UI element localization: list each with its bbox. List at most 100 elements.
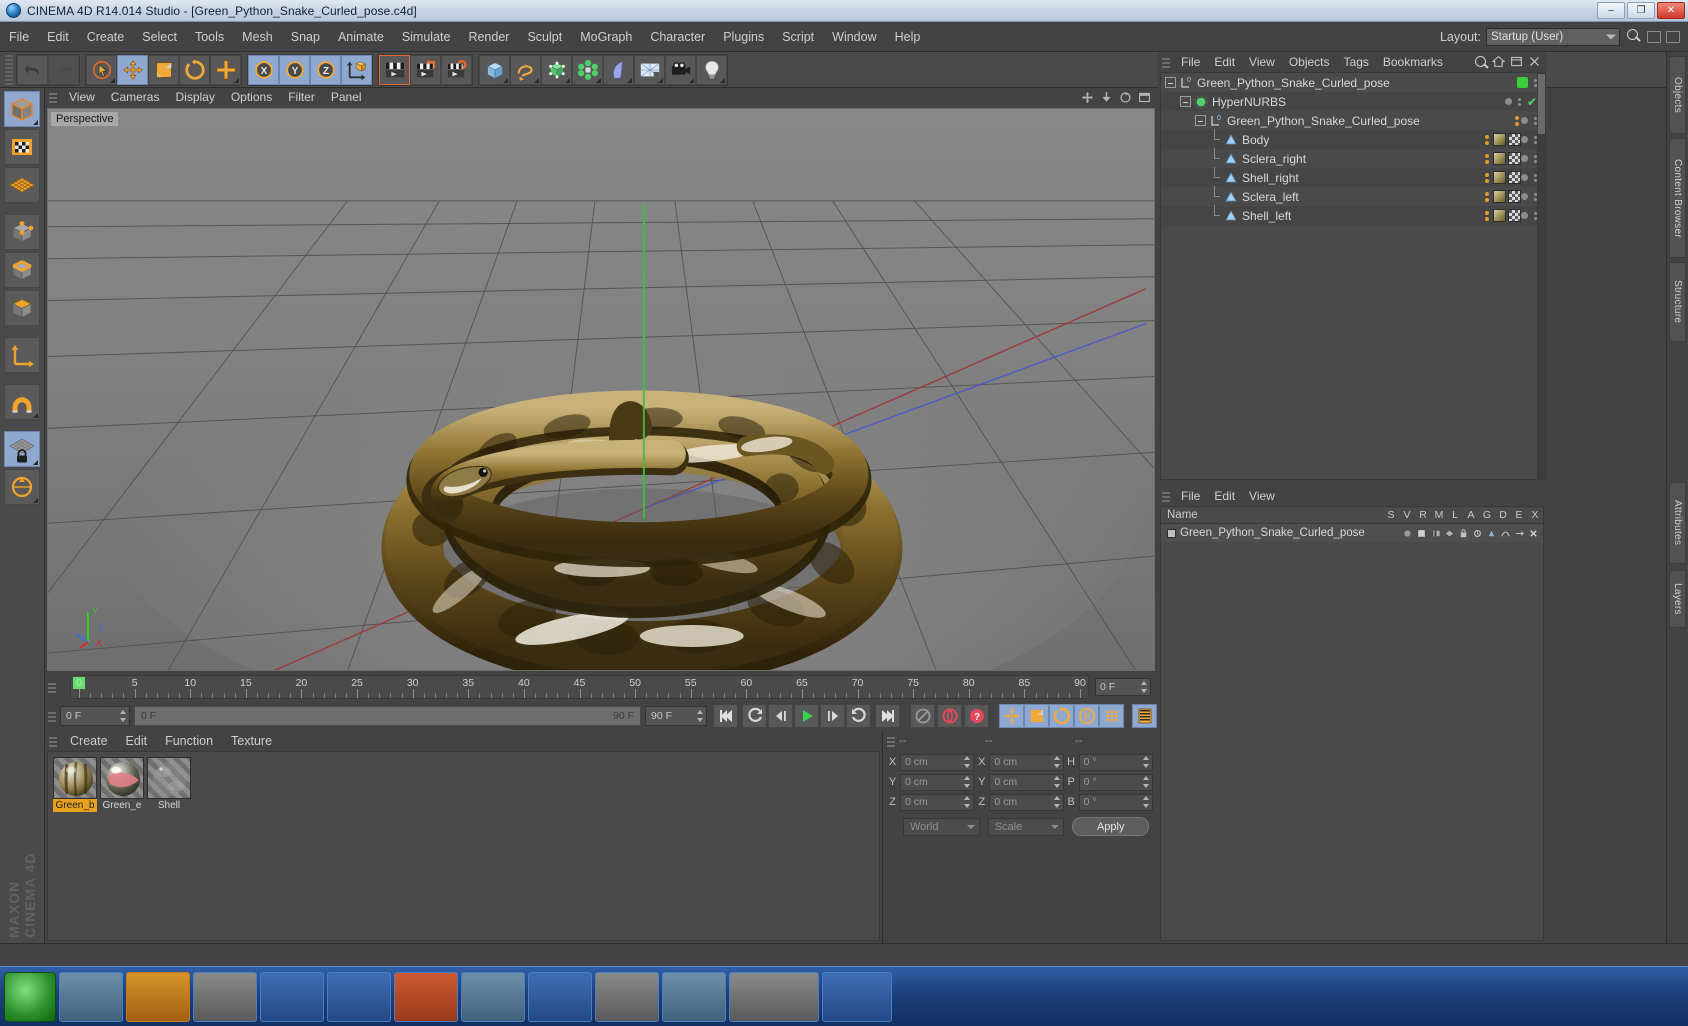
texture-mode[interactable] — [4, 129, 40, 165]
parameter-key-button[interactable]: P — [1074, 704, 1099, 728]
current-frame-field[interactable]: 0 F — [1095, 678, 1151, 696]
menu-snap[interactable]: Snap — [282, 27, 329, 47]
material-swatch-green-body[interactable] — [53, 757, 97, 799]
layer-xref-icon[interactable] — [1528, 528, 1539, 539]
object-row[interactable]: HyperNURBS ✔ — [1161, 92, 1543, 111]
size-z-spinner[interactable] — [1053, 796, 1061, 808]
material-swatch-shell[interactable] — [147, 757, 191, 799]
rot-h-spinner[interactable] — [1142, 756, 1150, 768]
lock-z-axis[interactable]: Z — [310, 54, 341, 85]
transport-grip[interactable] — [48, 710, 56, 722]
viewport-menu-options[interactable]: Options — [223, 89, 280, 105]
autokeying-button[interactable] — [910, 704, 935, 728]
start-frame-spinner[interactable] — [120, 710, 127, 722]
layer-expression-icon[interactable] — [1514, 528, 1525, 539]
undo-button[interactable] — [17, 54, 48, 85]
coordinate-mode-select[interactable]: Scale — [987, 817, 1065, 836]
object-menu-view[interactable]: View — [1242, 54, 1282, 70]
material-list[interactable]: Green_b Green_e Shell — [47, 751, 880, 941]
dock-tab-attributes[interactable]: Attributes — [1669, 482, 1686, 564]
close-panel-icon[interactable] — [1528, 55, 1541, 68]
material-menu-grip[interactable] — [49, 734, 57, 747]
viewport-menu-filter[interactable]: Filter — [280, 89, 323, 105]
viewport-menu-grip[interactable] — [49, 91, 57, 103]
object-row[interactable]: 0 Green_Python_Snake_Curled_pose — [1161, 73, 1543, 92]
current-frame-spinner[interactable] — [1141, 681, 1148, 693]
texture-tag-icon[interactable] — [1493, 152, 1506, 165]
object-menu-bookmarks[interactable]: Bookmarks — [1376, 54, 1450, 70]
material-item[interactable]: Shell — [147, 757, 191, 812]
object-visibility-dot[interactable] — [1521, 117, 1528, 124]
tool-expand-corner[interactable] — [534, 77, 539, 83]
apply-button[interactable]: Apply — [1072, 817, 1149, 836]
object-tag-dots-icon[interactable] — [1515, 115, 1519, 126]
taskbar-item[interactable] — [595, 971, 659, 1022]
menu-animate[interactable]: Animate — [329, 27, 393, 47]
layer-menu-edit[interactable]: Edit — [1207, 488, 1242, 504]
object-tree[interactable]: 0 Green_Python_Snake_Curled_pose HyperNURB… — [1160, 72, 1544, 480]
viewport-menu-view[interactable]: View — [61, 89, 103, 105]
object-expander-toggle[interactable] — [1180, 96, 1191, 107]
go-forward-frame-button[interactable] — [820, 704, 845, 728]
search-icon[interactable] — [1625, 28, 1642, 45]
pos-z-field[interactable]: 0 cm — [900, 793, 975, 811]
maximize-button[interactable]: ❐ — [1627, 2, 1655, 19]
uvw-tag-icon[interactable] — [1508, 190, 1521, 203]
rot-p-field[interactable]: 0 ° — [1078, 773, 1153, 791]
taskbar-item[interactable] — [822, 971, 892, 1022]
layer-deformer-icon[interactable] — [1500, 528, 1511, 539]
uvw-tag-icon[interactable] — [1508, 171, 1521, 184]
play-backwards-button[interactable] — [768, 704, 793, 728]
object-search-icon[interactable] — [1473, 55, 1487, 69]
array-button[interactable] — [572, 54, 603, 85]
lock-y-axis[interactable]: Y — [279, 54, 310, 85]
object-menu-file[interactable]: File — [1174, 54, 1207, 70]
uvw-tag-icon[interactable] — [1508, 152, 1521, 165]
tool-expand-corner[interactable] — [33, 460, 38, 465]
size-z-field[interactable]: 0 cm — [989, 793, 1064, 811]
position-key-button[interactable] — [999, 704, 1024, 728]
texture-tag-icon[interactable] — [1493, 190, 1506, 203]
material-menu-function[interactable]: Function — [156, 731, 222, 751]
material-menu-edit[interactable]: Edit — [117, 731, 157, 751]
material-item[interactable]: Green_e — [100, 757, 144, 812]
material-swatch-green-eye[interactable] — [100, 757, 144, 799]
dock-tab-structure[interactable]: Structure — [1669, 262, 1686, 342]
object-editor-render-dots[interactable] — [1517, 97, 1521, 106]
start-button[interactable] — [4, 971, 56, 1022]
dock-tab-content-browser[interactable]: Content Browser — [1669, 138, 1686, 258]
material-menu-create[interactable]: Create — [61, 731, 117, 751]
taskbar-item[interactable] — [729, 971, 819, 1022]
collapse-icon[interactable] — [1510, 55, 1523, 68]
workplane-tool[interactable] — [4, 469, 40, 505]
size-x-spinner[interactable] — [1053, 756, 1061, 768]
object-visibility-dot[interactable] — [1521, 193, 1528, 200]
lock-x-axis[interactable]: X — [248, 54, 279, 85]
home-icon[interactable] — [1492, 55, 1505, 68]
object-manager-grip[interactable] — [1162, 55, 1170, 68]
panel-toggle-icon[interactable] — [1647, 30, 1661, 43]
spline-button[interactable] — [510, 54, 541, 85]
object-menu-objects[interactable]: Objects — [1282, 54, 1337, 70]
object-tag-dots-icon[interactable] — [1485, 191, 1489, 202]
object-tag-dots-icon[interactable] — [1485, 134, 1489, 145]
close-button[interactable]: ✕ — [1657, 2, 1685, 19]
viewport-menu-cameras[interactable]: Cameras — [103, 89, 168, 105]
layer-color-swatch[interactable] — [1167, 528, 1176, 538]
rotate-view-icon[interactable] — [1119, 91, 1132, 104]
uvw-tag-icon[interactable] — [1508, 209, 1521, 222]
keyframe-selection-button[interactable]: ? — [964, 704, 989, 728]
object-enabled-check-icon[interactable]: ✔ — [1527, 96, 1537, 108]
go-to-end-button[interactable] — [875, 704, 900, 728]
floor-environment-button[interactable] — [634, 54, 665, 85]
menu-window[interactable]: Window — [823, 27, 885, 47]
end-frame-field[interactable]: 90 F — [645, 706, 707, 726]
layer-menu-grip[interactable] — [1162, 489, 1170, 502]
layout-select[interactable]: Startup (User) — [1486, 27, 1620, 46]
object-tag-dots-icon[interactable] — [1485, 210, 1489, 221]
go-back-keyframe-button[interactable] — [742, 704, 767, 728]
move-tool[interactable] — [117, 54, 148, 85]
size-y-spinner[interactable] — [1053, 776, 1061, 788]
layer-solo-icon[interactable] — [1402, 528, 1413, 539]
layer-menu-view[interactable]: View — [1242, 488, 1282, 504]
